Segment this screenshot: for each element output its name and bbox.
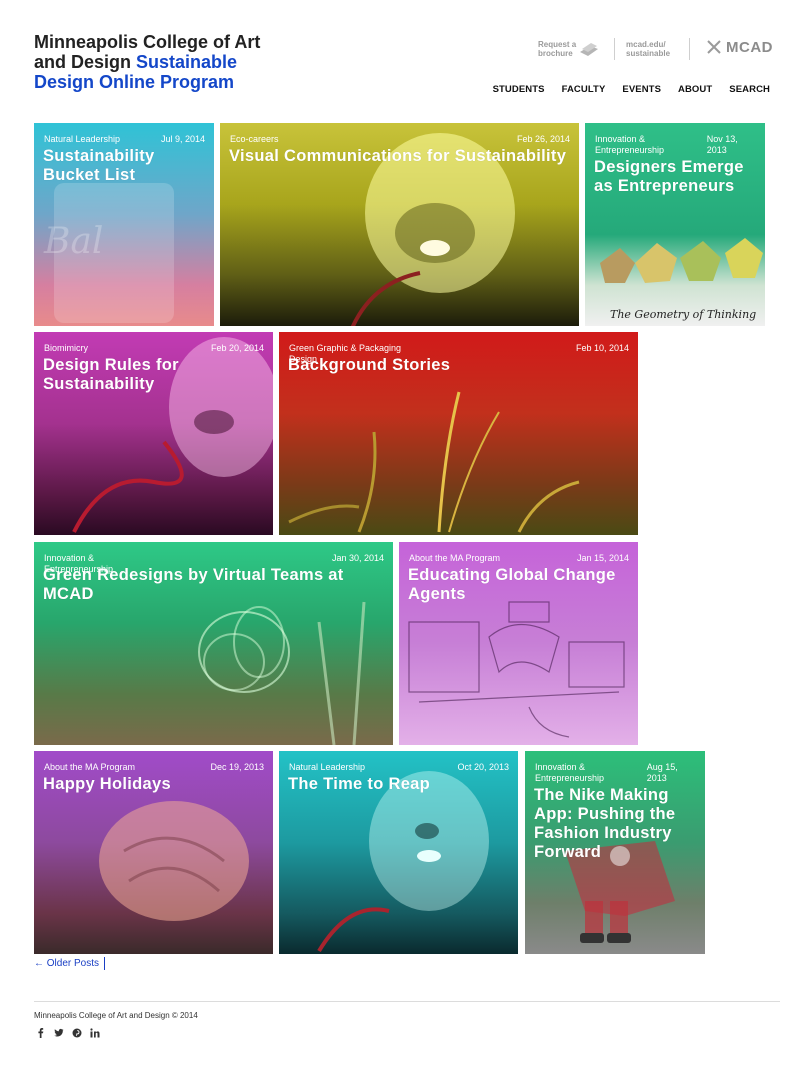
post-tile[interactable]: Green Graphic & Packaging Design Feb 10, … — [279, 332, 638, 535]
site-title[interactable]: Minneapolis College of Art and Design Su… — [34, 32, 294, 92]
post-title[interactable]: The Time to Reap — [288, 775, 509, 794]
post-title[interactable]: Background Stories — [288, 356, 629, 375]
post-title[interactable]: Designers Emerge as Entrepreneurs — [594, 158, 756, 196]
image-caption: The Geometry of Thinking — [610, 308, 757, 321]
post-category: Natural Leadership — [289, 762, 366, 772]
pinterest-icon[interactable] — [72, 1025, 82, 1038]
nav-about[interactable]: ABOUT — [678, 84, 712, 95]
main-nav: STUDENTS FACULTY EVENTS ABOUT SEARCH — [493, 84, 770, 95]
linkedin-icon[interactable] — [90, 1025, 100, 1038]
post-category: Eco-careers — [230, 134, 279, 144]
header-divider — [614, 38, 615, 60]
url-label-1: mcad.edu/ — [626, 40, 666, 49]
post-date: Nov 13, 2013 — [706, 134, 738, 155]
post-title[interactable]: Educating Global Change Agents — [408, 566, 629, 604]
post-date: Jul 9, 2014 — [160, 134, 205, 144]
svg-text:Bal: Bal — [43, 221, 103, 262]
header-divider — [689, 38, 690, 60]
post-tile[interactable]: Biomimicry Feb 20, 2014 Design Rules for … — [34, 332, 273, 535]
post-date: Feb 26, 2014 — [516, 134, 570, 144]
post-category: Innovation & Entrepreneurship — [535, 762, 605, 783]
post-title[interactable]: Happy Holidays — [43, 775, 264, 794]
social-links — [36, 1025, 100, 1038]
twitter-icon[interactable] — [54, 1025, 64, 1037]
post-tile[interactable]: Eco-careers Feb 26, 2014 Visual Communica… — [220, 123, 579, 326]
text-cursor — [104, 957, 105, 970]
post-tile[interactable]: Innovation & Entrepreneurship Aug 15, 201… — [525, 751, 705, 954]
brochure-label-1: Request a — [538, 40, 577, 49]
program-title-word: Sustainable — [136, 52, 238, 72]
post-category: About the MA Program — [44, 762, 136, 772]
brochure-label-2: brochure — [538, 49, 573, 58]
post-date: Oct 20, 2013 — [457, 762, 509, 772]
post-tile[interactable]: About the MA Program Jan 15, 2014 Educati… — [399, 542, 638, 745]
mcad-logo[interactable]: MCAD — [706, 38, 773, 56]
nav-students[interactable]: STUDENTS — [493, 84, 545, 95]
mcad-x-icon — [707, 40, 721, 54]
post-tile[interactable]: Innovation & Entrepreneurship Jan 30, 201… — [34, 542, 393, 745]
post-category: Natural Leadership — [44, 134, 121, 144]
site-title-line1: Minneapolis College of Art — [34, 32, 261, 52]
post-category: Innovation & Entrepreneurship — [595, 134, 665, 155]
site-title-line2: and Design — [34, 52, 132, 72]
post-tile[interactable]: Bal Natural Leadership Jul 9, 2014 Sustai… — [34, 123, 214, 326]
post-title[interactable]: Sustainability Bucket List — [43, 147, 205, 185]
nav-events[interactable]: EVENTS — [622, 84, 661, 95]
post-category: Biomimicry — [44, 343, 88, 353]
brochure-icon[interactable] — [578, 40, 600, 58]
nav-faculty[interactable]: FACULTY — [562, 84, 606, 95]
post-tile[interactable]: Innovation & Entrepreneurship Nov 13, 201… — [585, 123, 765, 326]
nav-search[interactable]: SEARCH — [729, 84, 770, 95]
copyright: Minneapolis College of Art and Design © … — [34, 1011, 198, 1020]
post-date: Jan 30, 2014 — [331, 553, 384, 563]
post-date: Feb 10, 2014 — [575, 343, 629, 353]
post-date: Feb 20, 2014 — [210, 343, 264, 353]
facebook-icon[interactable] — [36, 1025, 45, 1038]
request-brochure-link[interactable]: Request a brochure — [538, 40, 576, 58]
post-date: Dec 19, 2013 — [210, 762, 264, 772]
mcad-url-link[interactable]: mcad.edu/ sustainable — [626, 40, 670, 58]
mcad-logo-text: MCAD — [726, 38, 773, 56]
footer-divider — [34, 1001, 780, 1002]
post-category: About the MA Program — [409, 553, 501, 563]
program-title-line: Design Online Program — [34, 72, 235, 92]
post-tile[interactable]: About the MA Program Dec 19, 2013 Happy H… — [34, 751, 273, 954]
older-posts-link[interactable]: ← Older Posts — [34, 958, 99, 969]
post-date: Aug 15, 2013 — [646, 762, 678, 783]
post-title[interactable]: The Nike Making App: Pushing the Fashion… — [534, 786, 696, 862]
post-title[interactable]: Design Rules for Sustainability — [43, 356, 264, 394]
post-date: Jan 15, 2014 — [576, 553, 629, 563]
post-tile[interactable]: Natural Leadership Oct 20, 2013 The Time … — [279, 751, 518, 954]
post-title[interactable]: Visual Communications for Sustainability — [229, 147, 570, 166]
post-title[interactable]: Green Redesigns by Virtual Teams at MCAD — [43, 566, 384, 604]
url-label-2: sustainable — [626, 49, 671, 58]
